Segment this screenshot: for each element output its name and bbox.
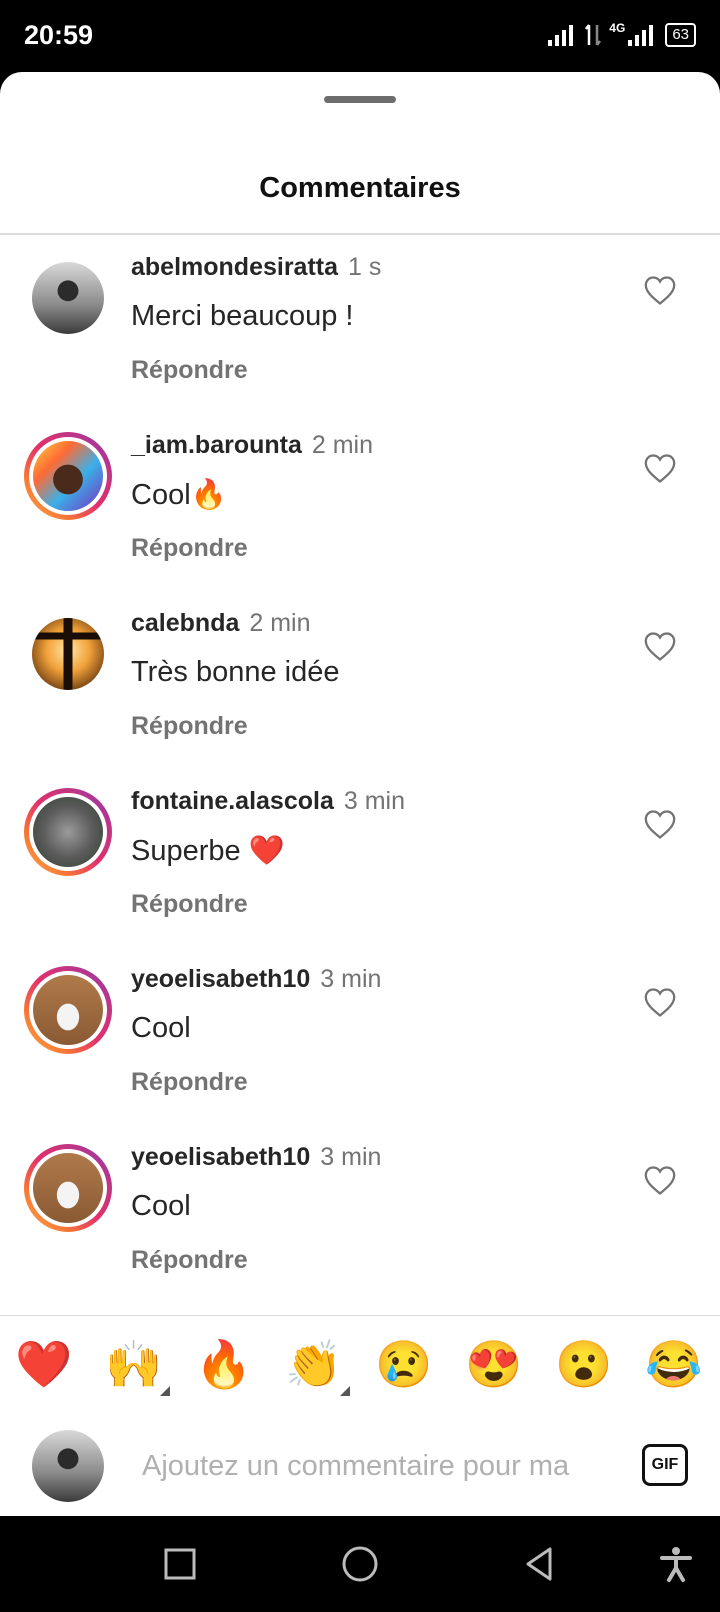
battery-indicator: 63: [665, 23, 696, 47]
avatar-story-ring[interactable]: [24, 1144, 112, 1232]
heart-outline-icon[interactable]: [643, 630, 677, 662]
home-circle-icon[interactable]: [340, 1544, 380, 1584]
emoji-crying-face[interactable]: 😢: [374, 1334, 434, 1394]
comment-username[interactable]: calebnda 2 min: [131, 609, 311, 638]
comment-item: yeoelisabeth10 3 min Cool Répondre: [0, 948, 720, 1128]
reply-button[interactable]: Répondre: [131, 1068, 248, 1097]
avatar: [33, 441, 103, 511]
avatar: [33, 1153, 103, 1223]
reply-button[interactable]: Répondre: [131, 712, 248, 741]
avatar-story-ring[interactable]: [24, 966, 112, 1054]
comment-item: fontaine.alascola 3 min Superbe ❤️ Répond…: [0, 770, 720, 950]
avatar-story-ring[interactable]: [24, 788, 112, 876]
sheet-drag-handle[interactable]: [324, 96, 396, 103]
heart-outline-icon[interactable]: [643, 808, 677, 840]
emoji-heart[interactable]: ❤️: [14, 1334, 74, 1394]
data-transfer-icon: [585, 24, 602, 46]
comment-text: Très bonne idée: [131, 656, 340, 688]
comments-sheet: Commentaires abelmondesiratta 1 s Merci b…: [0, 72, 720, 1516]
comment-time: 3 min: [343, 787, 405, 815]
comment-item: calebnda 2 min Très bonne idée Répondre: [0, 592, 720, 772]
reply-button[interactable]: Répondre: [131, 356, 248, 385]
skin-tone-indicator: [160, 1386, 170, 1396]
comment-username[interactable]: abelmondesiratta 1 s: [131, 253, 381, 282]
avatar: [33, 797, 103, 867]
comment-time: 2 min: [311, 431, 374, 459]
avatar[interactable]: [32, 618, 104, 690]
reply-button[interactable]: Répondre: [131, 1246, 248, 1275]
emoji-surprised-face[interactable]: 😮: [554, 1334, 614, 1394]
status-icons: 4G 63: [547, 20, 696, 50]
username-text[interactable]: yeoelisabeth10: [131, 1143, 310, 1171]
reply-button[interactable]: Répondre: [131, 534, 248, 563]
signal-icon-2: [628, 25, 654, 46]
avatar-story-ring[interactable]: [24, 432, 112, 520]
heart-outline-icon[interactable]: [643, 274, 677, 306]
divider: [0, 233, 720, 235]
emoji-clapping-hands[interactable]: 👏: [284, 1334, 344, 1394]
avatar[interactable]: [32, 262, 104, 334]
emoji-reaction-bar: ❤️ 🙌 🔥 👏 😢 😍 😮 😂: [0, 1315, 720, 1413]
comment-text: Cool: [131, 1012, 191, 1044]
current-user-avatar: [32, 1430, 104, 1502]
comment-username[interactable]: _iam.barounta 2 min: [131, 431, 373, 460]
comment-text: Superbe ❤️: [131, 835, 285, 867]
comment-text: Cool🔥: [131, 479, 227, 511]
gif-button[interactable]: GIF: [642, 1444, 688, 1486]
emoji-heart-eyes[interactable]: 😍: [464, 1334, 524, 1394]
username-text[interactable]: fontaine.alascola: [131, 787, 334, 815]
emoji-tears-of-joy[interactable]: 😂: [644, 1334, 704, 1394]
back-triangle-icon[interactable]: [520, 1544, 560, 1584]
comment-text: Cool: [131, 1190, 191, 1222]
comment-item: yeoelisabeth10 3 min Cool Répondre: [0, 1126, 720, 1306]
status-time: 20:59: [24, 20, 94, 50]
avatar: [33, 975, 103, 1045]
comment-time: 3 min: [320, 1143, 382, 1171]
heart-outline-icon[interactable]: [643, 452, 677, 484]
recents-square-icon[interactable]: [160, 1544, 200, 1584]
comment-username[interactable]: yeoelisabeth10 3 min: [131, 965, 381, 994]
comment-username[interactable]: yeoelisabeth10 3 min: [131, 1143, 381, 1172]
comment-item: _iam.barounta 2 min Cool🔥 Répondre: [0, 414, 720, 594]
accessibility-icon[interactable]: [656, 1544, 696, 1584]
sheet-title: Commentaires: [259, 172, 461, 204]
reply-button[interactable]: Répondre: [131, 890, 248, 919]
heart-outline-icon[interactable]: [643, 1164, 677, 1196]
status-bar: 20:59 4G 63: [0, 0, 720, 72]
heart-outline-icon[interactable]: [643, 986, 677, 1018]
network-type: 4G: [609, 21, 626, 35]
username-text[interactable]: calebnda: [131, 609, 239, 637]
emoji-fire[interactable]: 🔥: [194, 1334, 254, 1394]
comment-composer: GIF: [0, 1412, 720, 1516]
comment-username[interactable]: fontaine.alascola 3 min: [131, 787, 405, 816]
skin-tone-indicator: [340, 1386, 350, 1396]
comment-time: 3 min: [320, 965, 382, 993]
system-navigation-bar: [0, 1516, 720, 1612]
username-text[interactable]: abelmondesiratta: [131, 253, 338, 281]
comment-text: Merci beaucoup !: [131, 300, 354, 332]
emoji-raised-hands[interactable]: 🙌: [104, 1334, 164, 1394]
comment-item: abelmondesiratta 1 s Merci beaucoup ! Rép…: [0, 236, 720, 416]
comment-input[interactable]: [140, 1440, 614, 1492]
comment-time: 1 s: [348, 253, 382, 281]
comment-time: 2 min: [249, 609, 311, 637]
username-text[interactable]: _iam.barounta: [131, 431, 302, 459]
signal-icon: [548, 25, 574, 46]
username-text[interactable]: yeoelisabeth10: [131, 965, 310, 993]
